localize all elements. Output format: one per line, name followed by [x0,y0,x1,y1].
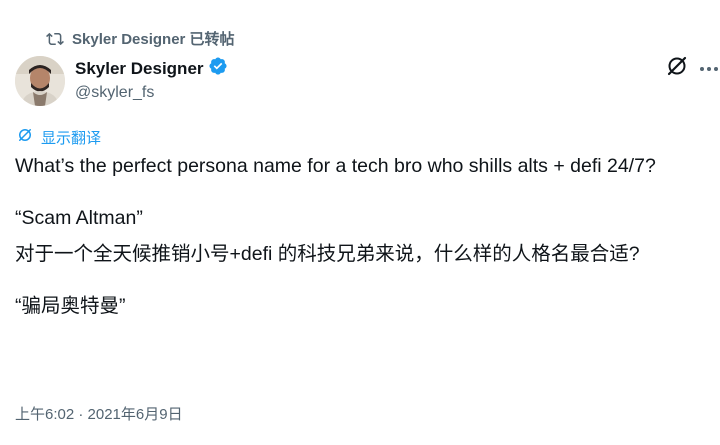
tweet-paragraph: “Scam Altman” [15,207,143,229]
translate-icon [16,126,34,148]
more-icon [699,59,719,77]
repost-icon [46,30,64,48]
repost-label: Skyler Designer 已转帖 [72,31,235,48]
author-handle[interactable]: @skyler_fs [75,83,228,103]
tweet-paragraph: What’s the perfect persona name for a te… [15,155,656,177]
translate-label: 显示翻译 [41,129,102,147]
tweet-timestamp[interactable]: 上午6:02 · 2021年6月9日 [15,403,183,424]
more-button[interactable] [698,55,720,81]
verified-badge-icon [208,56,228,81]
author-info[interactable]: Skyler Designer @skyler_fs [75,56,228,103]
repost-context[interactable]: Skyler Designer 已转帖 [46,28,235,49]
avatar[interactable] [15,56,65,106]
tweet-paragraph: “骗局奥特曼” [15,295,126,317]
show-translation-link[interactable]: 显示翻译 [16,126,101,148]
grok-icon [665,54,689,83]
grok-button[interactable] [664,55,690,81]
tweet-paragraph: 对于一个全天候推销小号+defi 的科技兄弟来说，什么样的人格名最合适? [15,243,640,265]
tweet-text: What’s the perfect persona name for a te… [15,152,705,320]
author-display-name[interactable]: Skyler Designer [75,58,204,80]
